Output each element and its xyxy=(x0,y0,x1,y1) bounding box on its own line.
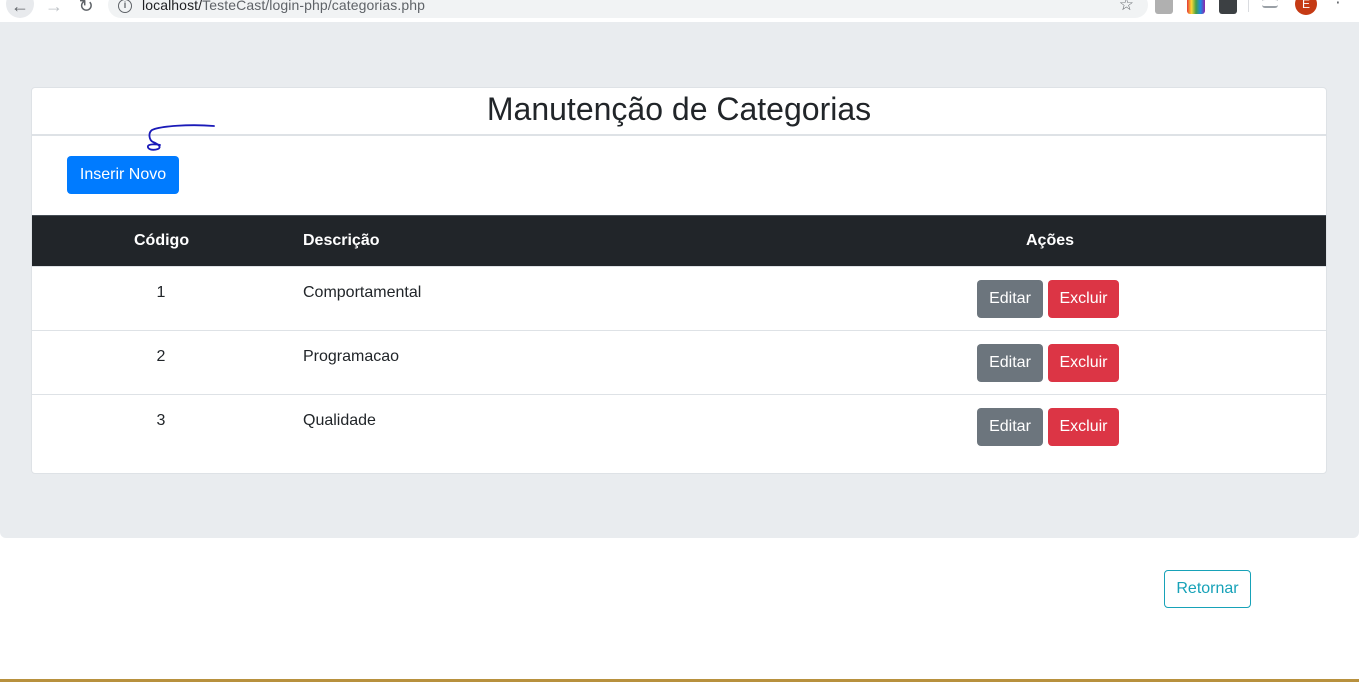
reload-button[interactable]: ↻ xyxy=(74,0,98,18)
table-header: Código Descrição Ações xyxy=(32,215,1326,266)
delete-button[interactable]: Excluir xyxy=(1048,280,1119,318)
browser-toolbar: ← → ↻ i localhost/TesteCast/login-php/ca… xyxy=(0,0,1359,22)
table-row: 3 Qualidade Editar Excluir xyxy=(32,394,1326,458)
cell-code: 3 xyxy=(156,412,166,429)
cell-description: Programacao xyxy=(303,348,400,365)
profile-avatar[interactable]: E xyxy=(1295,0,1317,15)
browser-menu-icon[interactable]: ⋮ xyxy=(1330,0,1346,6)
url-host: localhost/ xyxy=(142,0,203,13)
header-actions: Ações xyxy=(1026,232,1075,249)
annotation-scribble xyxy=(147,124,215,151)
arrow-left-icon: ← xyxy=(11,0,29,16)
reading-list-icon[interactable] xyxy=(1262,0,1278,8)
delete-button[interactable]: Excluir xyxy=(1048,344,1119,382)
url-path: TesteCast/login-php/categorias.php xyxy=(202,0,426,13)
pdf-extension-icon[interactable] xyxy=(1155,0,1173,14)
forward-button[interactable]: → xyxy=(42,0,66,18)
color-extension-icon[interactable] xyxy=(1187,0,1205,14)
edit-button[interactable]: Editar xyxy=(977,280,1043,318)
return-button[interactable]: Retornar xyxy=(1164,570,1251,608)
back-button[interactable]: ← xyxy=(6,0,34,18)
toolbar-divider xyxy=(1248,0,1249,12)
table-row: 1 Comportamental Editar Excluir xyxy=(32,266,1326,330)
page-title: Manutenção de Categorias xyxy=(486,91,872,127)
table-row: 2 Programacao Editar Excluir xyxy=(32,330,1326,394)
info-icon[interactable]: i xyxy=(118,0,132,13)
header-code: Código xyxy=(134,232,190,249)
cell-code: 1 xyxy=(156,284,166,301)
url-text[interactable]: localhost/TesteCast/login-php/categorias… xyxy=(142,0,425,13)
insert-new-button[interactable]: Inserir Novo xyxy=(67,156,179,194)
cell-description: Qualidade xyxy=(303,412,376,429)
edit-button[interactable]: Editar xyxy=(977,344,1043,382)
header-description: Descrição xyxy=(303,232,380,249)
cell-code: 2 xyxy=(156,348,166,365)
checklist-extension-icon[interactable] xyxy=(1219,0,1237,14)
card-header: Manutenção de Categorias xyxy=(31,87,1327,135)
address-bar[interactable]: i localhost/TesteCast/login-php/categori… xyxy=(108,0,1148,18)
cell-description: Comportamental xyxy=(303,284,422,301)
edit-button[interactable]: Editar xyxy=(977,408,1043,446)
reload-icon: ↻ xyxy=(78,0,94,16)
bookmark-star-icon[interactable]: ☆ xyxy=(1119,0,1134,15)
arrow-right-icon: → xyxy=(45,0,63,16)
delete-button[interactable]: Excluir xyxy=(1048,408,1119,446)
